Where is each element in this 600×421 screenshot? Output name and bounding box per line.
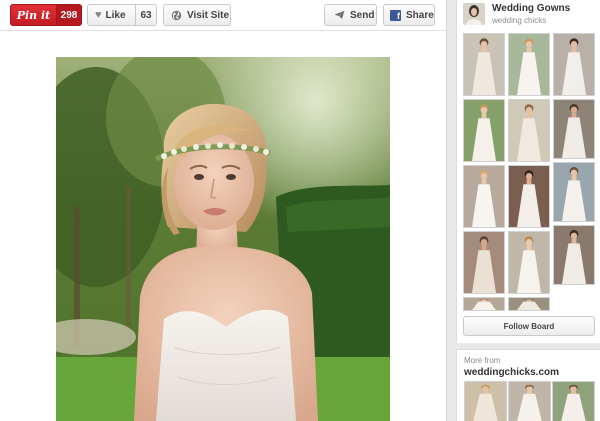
board-thumbnail[interactable] [553,33,595,96]
more-from-label: More from [464,356,501,365]
visit-site-button[interactable]: Visit Site [163,4,231,26]
send-button[interactable]: Send [324,4,377,26]
board-thumbnail[interactable] [508,297,550,311]
pin-it-button[interactable]: Pin it 298 [10,4,82,26]
bride-photo [56,57,390,421]
pin-it-label: Pin it [16,8,51,22]
paper-plane-icon [334,10,345,20]
board-thumbnail[interactable] [508,33,550,96]
more-from-source[interactable]: weddingchicks.com [464,367,559,378]
board-thumbnail[interactable] [463,165,505,228]
more-from-thumbnail[interactable] [552,381,595,421]
like-button[interactable]: ♥ Like 63 [87,4,157,26]
visit-site-label: Visit Site [187,9,230,21]
board-thumbnail[interactable] [463,231,505,294]
board-thumbnail[interactable] [553,99,595,159]
follow-board-button[interactable]: Follow Board [463,316,595,336]
board-thumbnail[interactable] [463,99,505,162]
pin-panel: Pin it 298 ♥ Like 63 Visit Site Send f S… [0,0,447,421]
like-main[interactable]: ♥ Like [88,5,135,25]
like-label: Like [105,9,126,21]
more-from-thumbnail[interactable] [464,381,507,421]
facebook-icon: f [390,9,401,21]
pin-image[interactable] [56,57,390,421]
share-label: Share [406,9,434,21]
board-thumbnail[interactable] [508,231,550,294]
more-from-thumbnail[interactable] [508,381,551,421]
more-from-card: More from weddingchicks.com [456,349,600,421]
board-card: Wedding Gowns wedding chicks Follow Boar… [456,0,600,343]
board-thumbnail[interactable] [463,297,505,311]
board-title[interactable]: Wedding Gowns [492,3,570,14]
send-label: Send [350,9,375,21]
share-button[interactable]: f Share [383,4,435,26]
board-thumbnail[interactable] [553,225,595,285]
board-avatar-image [463,3,485,25]
board-avatar[interactable] [463,3,485,25]
heart-icon: ♥ [95,9,102,21]
board-thumbnail[interactable] [508,165,550,228]
pin-toolbar: Pin it 298 ♥ Like 63 Visit Site Send f S… [0,0,446,31]
globe-icon [171,10,182,20]
board-owner[interactable]: wedding chicks [492,16,546,25]
board-thumbnail[interactable] [508,99,550,162]
pin-count: 298 [56,5,81,25]
board-thumbnail[interactable] [463,33,505,96]
like-count: 63 [135,5,156,25]
board-thumbnail[interactable] [553,162,595,222]
